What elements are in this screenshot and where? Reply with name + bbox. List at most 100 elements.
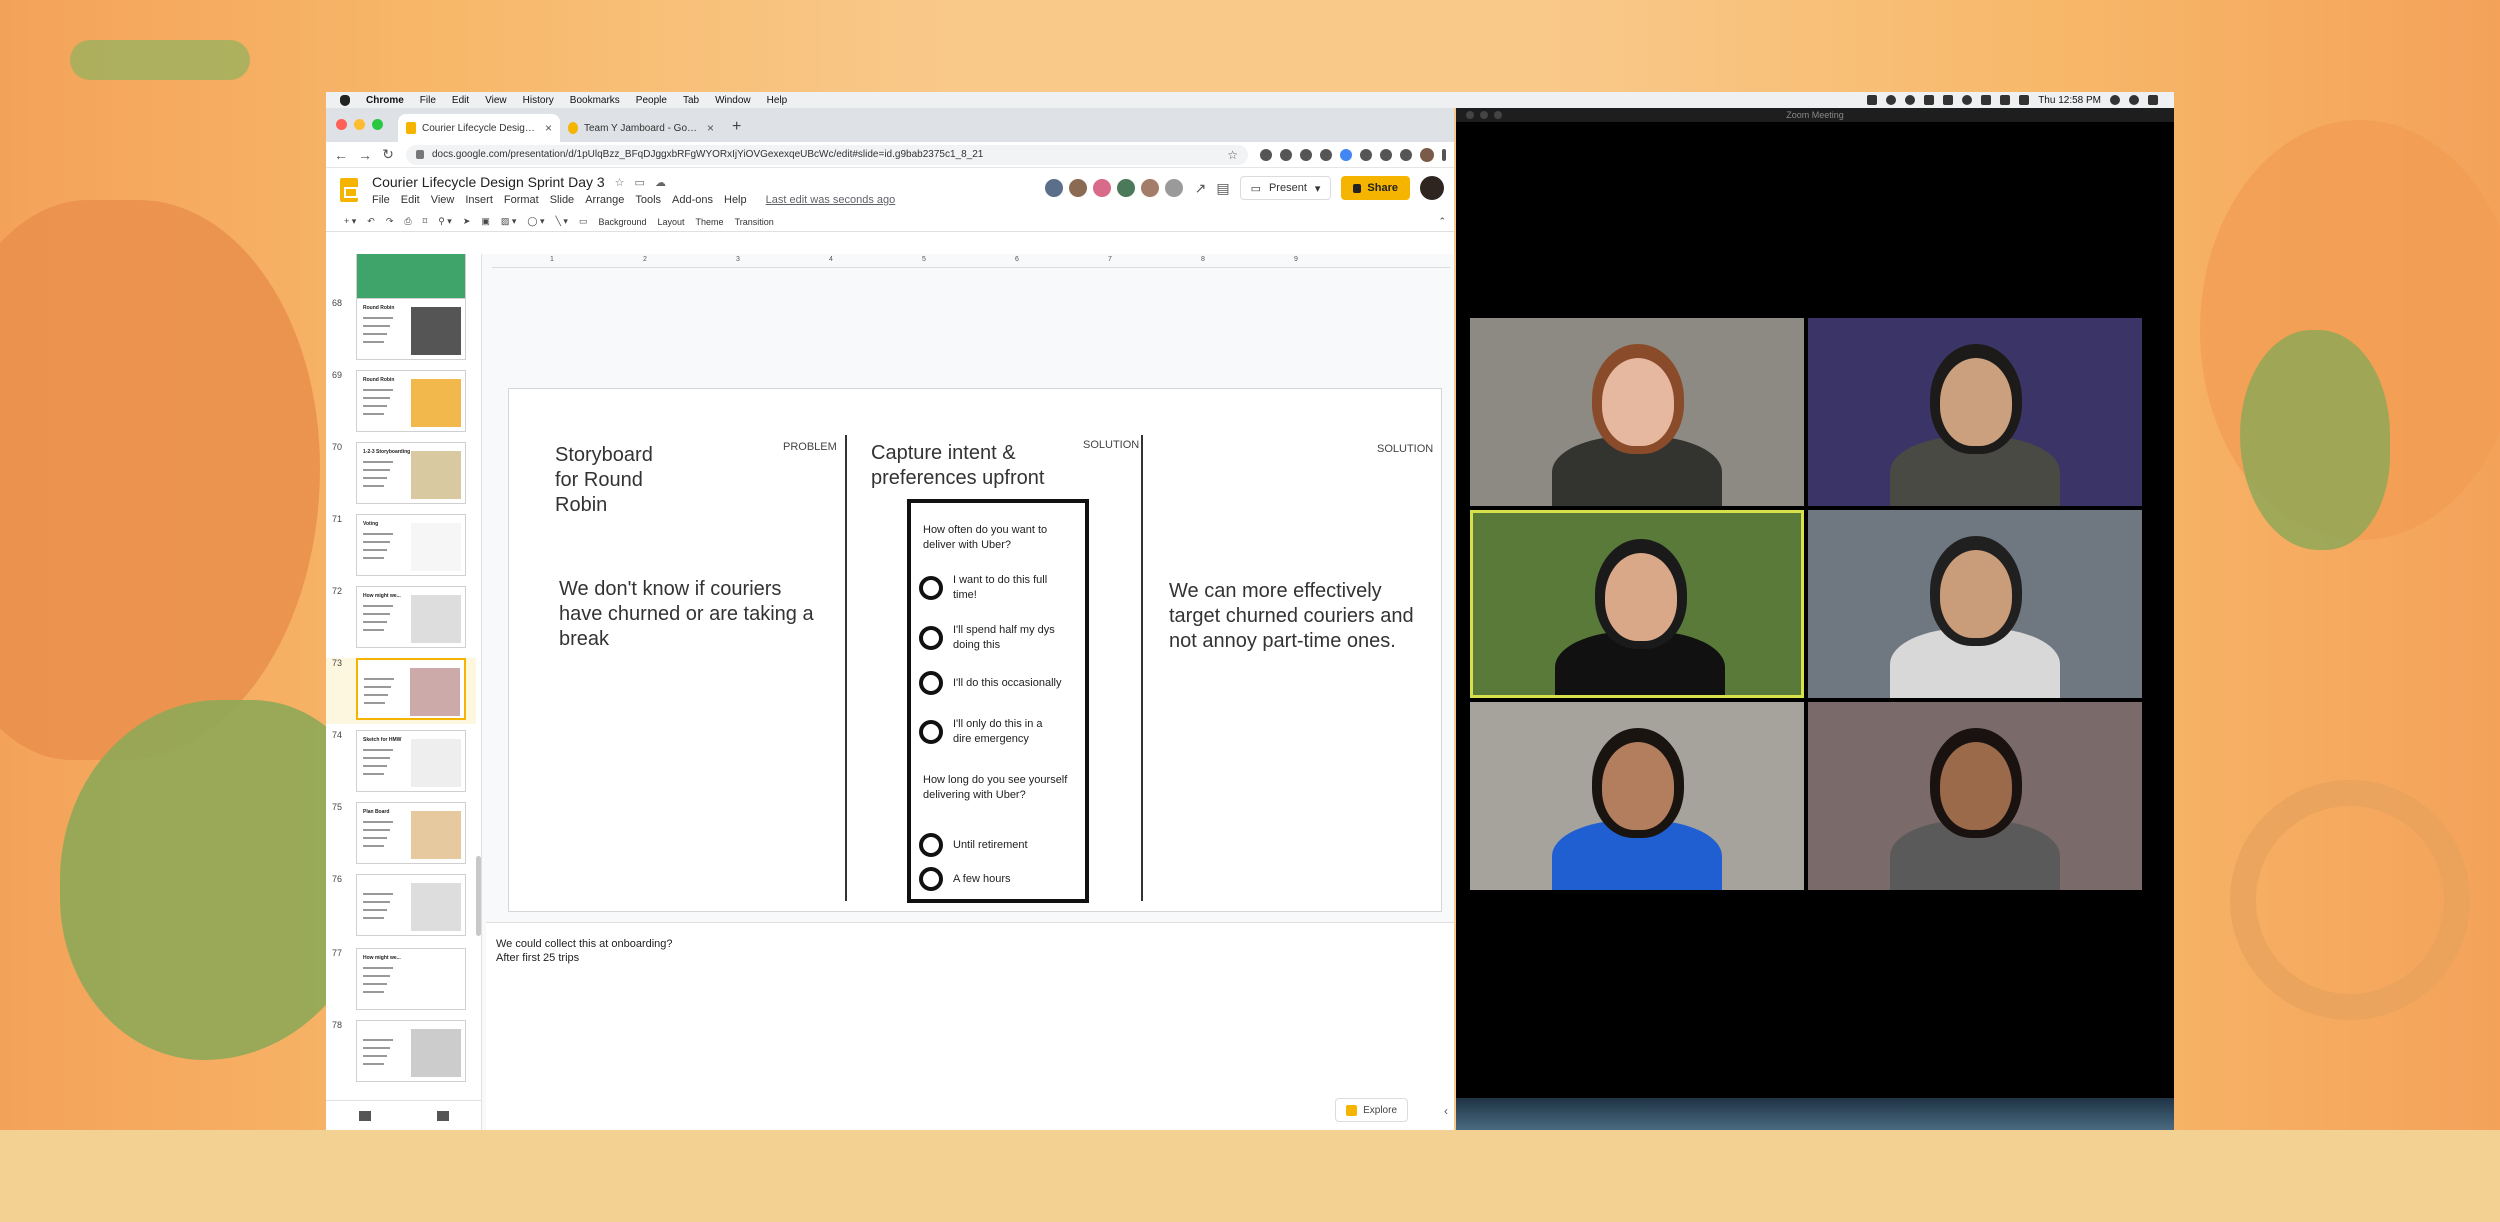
participant-video[interactable] — [1470, 702, 1804, 890]
middle-title[interactable]: Capture intent & preferences upfront — [871, 441, 1071, 491]
menu-file[interactable]: File — [420, 95, 436, 106]
side-panel-toggle-icon[interactable]: ‹ — [1444, 1104, 1448, 1118]
extension-icon[interactable] — [1320, 148, 1332, 161]
radio-option[interactable]: I'll spend half my dys doing this — [919, 623, 1063, 653]
zoom-icon[interactable]: ⚲ ▾ — [438, 216, 452, 227]
siri-icon[interactable] — [2129, 95, 2139, 105]
wifi-icon[interactable] — [2000, 95, 2011, 105]
participant-video[interactable] — [1470, 510, 1804, 698]
theme-button[interactable]: Theme — [696, 217, 724, 227]
tab-courier-lifecycle[interactable]: Courier Lifecycle Design Sprint D × — [398, 114, 560, 142]
slide-thumbnail[interactable]: 71 Voting — [326, 514, 476, 580]
slides-menu-edit[interactable]: Edit — [401, 194, 420, 206]
slides-menu-file[interactable]: File — [372, 194, 390, 206]
slides-menu-arrange[interactable]: Arrange — [585, 194, 624, 206]
close-window-button[interactable] — [336, 119, 347, 130]
share-button[interactable]: Share — [1341, 176, 1410, 200]
slides-logo-icon[interactable] — [340, 178, 358, 202]
redo-icon[interactable]: ↷ — [386, 216, 394, 227]
bookmark-star-icon[interactable]: ☆ — [1227, 148, 1238, 162]
slide-thumbnail[interactable]: 72 How might we... — [326, 586, 476, 652]
slide-canvas[interactable]: Storyboard for Round Robin PROBLEM We do… — [508, 388, 1442, 912]
grid-view-icon[interactable] — [437, 1110, 449, 1121]
back-icon[interactable]: ← — [334, 147, 348, 163]
forward-icon[interactable]: → — [358, 147, 372, 163]
profile-avatar[interactable] — [1420, 147, 1434, 162]
last-edit-link[interactable]: Last edit was seconds ago — [766, 194, 896, 206]
slide-thumbnail[interactable]: 74 Sketch for HMW — [326, 730, 476, 796]
collaborator-avatar[interactable] — [1090, 177, 1113, 199]
vpn-icon[interactable] — [1962, 95, 1973, 105]
slide-thumbnail[interactable]: 75 Plan Board — [326, 802, 476, 868]
lock-icon[interactable] — [416, 150, 424, 159]
clock[interactable]: Thu 12:58 PM — [2038, 95, 2101, 106]
new-tab-button[interactable]: + — [722, 118, 751, 142]
slide-thumbnail[interactable]: 73 — [326, 658, 476, 724]
dropbox-icon[interactable] — [1943, 95, 1954, 105]
participant-video[interactable] — [1808, 702, 2142, 890]
extension-icon[interactable] — [1380, 148, 1392, 161]
zoom-status-icon[interactable] — [1867, 95, 1878, 105]
chrome-menu-icon[interactable] — [1442, 148, 1446, 161]
slides-menu-tools[interactable]: Tools — [635, 194, 661, 206]
tab-jamboard[interactable]: Team Y Jamboard - Google Ja × — [560, 114, 722, 142]
sync-icon[interactable] — [1905, 95, 1916, 105]
skype-icon[interactable] — [1886, 95, 1897, 105]
storyboard-title[interactable]: Storyboard for Round Robin — [555, 443, 675, 518]
move-folder-icon[interactable]: ▭ — [635, 176, 645, 189]
url-input[interactable]: docs.google.com/presentation/d/1pUlqBzz_… — [406, 144, 1248, 165]
battery-icon[interactable] — [2019, 95, 2030, 105]
speaker-notes[interactable]: We could collect this at onboarding? Aft… — [486, 922, 1454, 1130]
background-button[interactable]: Background — [598, 217, 646, 227]
puzzle-icon[interactable] — [1400, 148, 1412, 161]
search-icon[interactable] — [2110, 95, 2120, 105]
line-icon[interactable]: ╲ ▾ — [556, 216, 568, 227]
shape-icon[interactable]: ◯ ▾ — [527, 216, 544, 227]
menu-bookmarks[interactable]: Bookmarks — [570, 95, 620, 106]
minimize-window-button[interactable] — [1480, 111, 1488, 119]
maximize-window-button[interactable] — [1494, 111, 1502, 119]
star-icon[interactable]: ☆ — [615, 176, 625, 189]
paint-format-icon[interactable]: ⌑ — [423, 216, 428, 227]
extension-icon[interactable] — [1300, 148, 1312, 161]
print-icon[interactable]: ⎙ — [404, 216, 411, 227]
solution-text[interactable]: We can more effectively target churned c… — [1169, 579, 1419, 654]
apple-icon[interactable] — [340, 94, 350, 106]
close-tab-icon[interactable]: × — [707, 121, 714, 135]
account-avatar[interactable] — [1420, 176, 1444, 200]
activity-dashboard-icon[interactable]: ↗ — [1195, 180, 1207, 197]
image-icon[interactable]: ▨ ▾ — [501, 216, 517, 227]
cloud-icon[interactable] — [1924, 95, 1935, 105]
solution-label-1[interactable]: SOLUTION — [1083, 439, 1139, 451]
slides-menu-insert[interactable]: Insert — [465, 194, 493, 206]
filmstrip-scrollbar[interactable] — [476, 856, 481, 936]
extension-icon[interactable] — [1360, 148, 1372, 161]
slide-thumbnail[interactable]: 78 — [326, 1020, 476, 1086]
bluetooth-icon[interactable] — [1981, 95, 1992, 105]
collaborator-avatar[interactable] — [1042, 177, 1065, 199]
radio-option[interactable]: I'll do this occasionally — [919, 671, 1063, 695]
participant-video[interactable] — [1808, 318, 2142, 506]
phone-mockup[interactable]: How often do you want to deliver with Ub… — [907, 499, 1089, 903]
chevron-down-icon[interactable]: ▾ — [1315, 182, 1321, 195]
explore-button[interactable]: Explore — [1335, 1098, 1408, 1122]
collaborator-avatar[interactable] — [1138, 177, 1161, 199]
problem-text[interactable]: We don't know if couriers have churned o… — [559, 577, 821, 652]
solution-label-2[interactable]: SOLUTION — [1377, 443, 1433, 455]
participant-video[interactable] — [1808, 510, 2142, 698]
radio-option[interactable]: I'll only do this in a dire emergency — [919, 717, 1063, 747]
layout-button[interactable]: Layout — [658, 217, 685, 227]
menu-window[interactable]: Window — [715, 95, 751, 106]
slide-thumbnail[interactable]: 77 How might we... — [326, 948, 476, 1014]
reload-icon[interactable]: ↻ — [382, 146, 394, 163]
control-center-icon[interactable] — [2148, 95, 2158, 105]
slide-thumbnail[interactable]: 68 Round Robin — [326, 298, 476, 364]
slide-thumbnail[interactable]: 70 1-2-3 Storyboarding — [326, 442, 476, 508]
radio-option[interactable]: A few hours — [919, 867, 1063, 891]
menu-people[interactable]: People — [636, 95, 667, 106]
present-button[interactable]: ▭ Present ▾ — [1239, 176, 1332, 200]
close-tab-icon[interactable]: × — [545, 121, 552, 135]
text-box-icon[interactable]: ▣ — [481, 216, 490, 227]
collaborator-avatar[interactable] — [1066, 177, 1089, 199]
participant-video[interactable] — [1470, 318, 1804, 506]
